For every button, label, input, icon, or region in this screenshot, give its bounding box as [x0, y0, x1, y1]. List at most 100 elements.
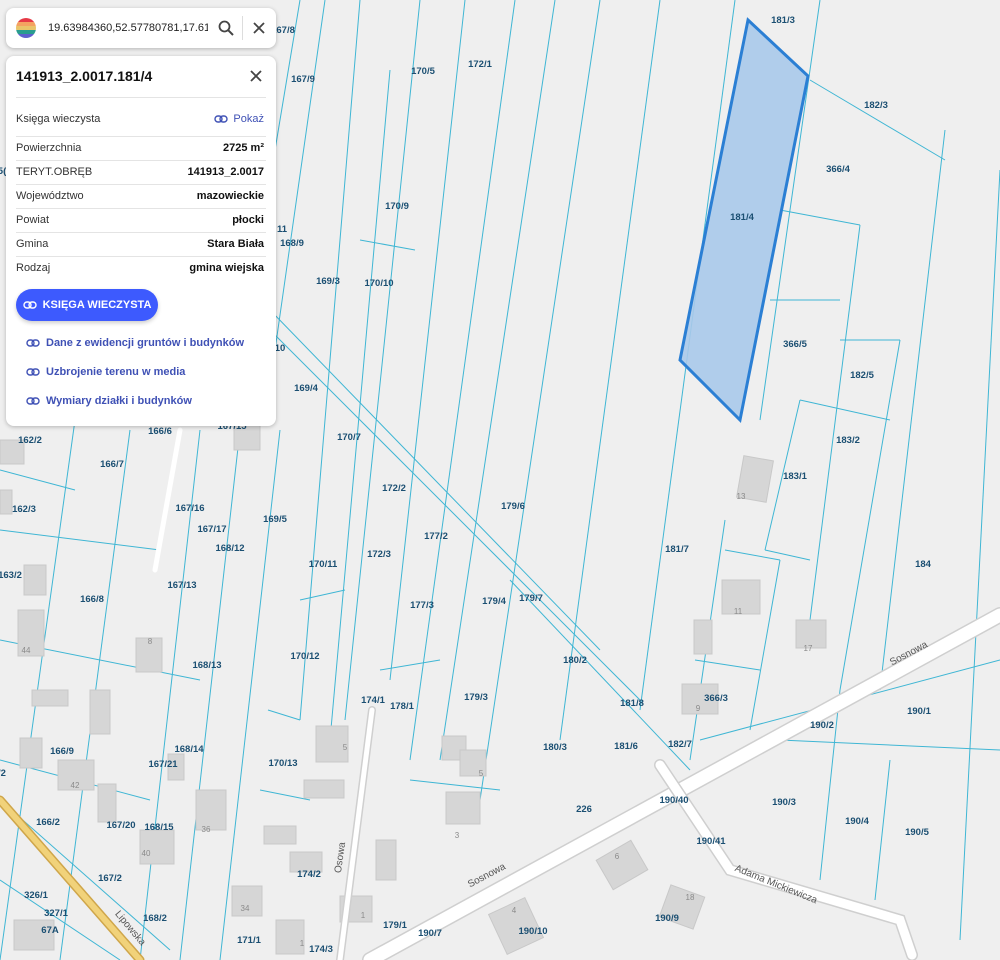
parcel-label: 167/17 — [197, 524, 226, 535]
info-row: Powiat płocki — [16, 209, 264, 231]
ksiega-wieczysta-button-label: KSIĘGA WIECZYSTA — [42, 299, 152, 311]
parcel-label: 168/15 — [144, 822, 174, 833]
parcel-label: 226 — [576, 804, 592, 815]
parcel-label: 168/13 — [192, 660, 221, 671]
parcel-title: 141913_2.0017.181/4 — [16, 68, 153, 84]
parcel-label: 169/3 — [316, 276, 340, 287]
info-label: Rodzaj — [16, 262, 51, 274]
parcel-label: 167/16 — [175, 503, 204, 514]
parcel-label: 174/1 — [361, 695, 385, 706]
parcel-label: 182/5 — [850, 370, 874, 381]
ksiega-show-link[interactable]: Pokaż — [214, 113, 264, 125]
parcel-label: 190/1 — [907, 706, 931, 717]
parcel-label: 182/7 — [668, 739, 692, 750]
parcel-label: 166/2 — [36, 817, 60, 828]
house-number: 8 — [148, 637, 153, 646]
parcel-label: 168/2 — [143, 913, 167, 924]
parcel-label: 179/4 — [482, 596, 506, 607]
info-label: TERYT.OBRĘB — [16, 166, 93, 178]
parcel-label: 181/6 — [614, 741, 638, 752]
parcel-label: 183/2 — [836, 435, 860, 446]
link-uzbrojenie[interactable]: Uzbrojenie terenu w media — [26, 366, 185, 378]
parcel-label: 171/1 — [237, 935, 261, 946]
search-icon — [218, 20, 234, 36]
info-label: Województwo — [16, 190, 84, 202]
parcel-label: 190/9 — [655, 913, 679, 924]
house-number: 17 — [804, 644, 813, 653]
divider — [16, 97, 266, 98]
house-number: 13 — [737, 492, 746, 501]
parcel-label: 174/2 — [297, 869, 321, 880]
close-icon — [250, 70, 262, 82]
search-button[interactable] — [210, 12, 242, 44]
close-icon — [253, 22, 265, 34]
info-value: 141913_2.0017 — [187, 166, 264, 178]
parcel-label: 162/3 — [12, 504, 36, 515]
info-label: Powierzchnia — [16, 142, 82, 154]
link-icon — [22, 301, 37, 309]
info-value: mazowieckie — [196, 190, 264, 202]
link-wymiary[interactable]: Wymiary działki i budynków — [26, 395, 192, 407]
parcel-label: 190/4 — [845, 816, 869, 827]
parcel-label: 183/1 — [783, 471, 807, 482]
parcel-label: 181/4 — [730, 212, 754, 223]
link-label: Uzbrojenie terenu w media — [46, 366, 186, 378]
parcel-label: 190/7 — [418, 928, 442, 939]
parcel-label: /2 — [0, 768, 6, 779]
house-number: 1 — [361, 911, 366, 920]
house-number: 40 — [142, 849, 151, 858]
parcel-label: 170/11 — [309, 559, 338, 570]
search-input[interactable] — [46, 21, 210, 35]
info-value: Stara Biała — [207, 238, 264, 250]
parcel-label: 170/5 — [411, 66, 435, 77]
parcel-label: 190/10 — [518, 926, 547, 937]
parcel-label: 178/1 — [390, 701, 414, 712]
clear-search-button[interactable] — [243, 12, 275, 44]
parcel-label: 11 — [277, 224, 288, 235]
parcel-label: 184 — [915, 559, 932, 570]
parcel-label: 170/12 — [290, 651, 319, 662]
parcel-label: 181/8 — [620, 698, 644, 709]
house-number: 9 — [696, 704, 701, 713]
parcel-label: 366/3 — [704, 693, 728, 704]
info-row: Gmina Stara Biała — [16, 233, 264, 255]
parcel-label: 177/3 — [410, 600, 434, 611]
info-label: Gmina — [16, 238, 49, 250]
parcel-label: 168/9 — [280, 238, 304, 249]
ksiega-row: Księga wieczysta Pokaż — [16, 108, 264, 130]
globe-logo-icon — [16, 18, 36, 38]
info-value: 2725 m² — [223, 142, 264, 154]
parcel-label: 170/9 — [385, 201, 409, 212]
link-ewidencja[interactable]: Dane z ewidencji gruntów i budynków — [26, 337, 244, 349]
link-label: Dane z ewidencji gruntów i budynków — [46, 337, 245, 349]
link-icon — [26, 368, 40, 376]
parcel-label: 181/7 — [665, 544, 689, 555]
house-number: 18 — [686, 893, 695, 902]
parcel-label: 179/1 — [383, 920, 407, 931]
parcel-label: 179/6 — [501, 501, 525, 512]
info-value: gmina wiejska — [189, 262, 264, 274]
parcel-label: 166/9 — [50, 746, 74, 757]
parcel-label: 177/2 — [424, 531, 448, 542]
parcel-label: 180/2 — [563, 655, 587, 666]
parcel-label: 67A — [41, 925, 59, 936]
house-number: 5 — [343, 743, 348, 752]
parcel-label: 168/12 — [215, 543, 244, 554]
info-row: Rodzaj gmina wiejska — [16, 257, 264, 279]
house-number: 1 — [300, 939, 305, 948]
info-row: TERYT.OBRĘB 141913_2.0017 — [16, 161, 264, 183]
parcel-label: 174/3 — [309, 944, 333, 955]
close-panel-button[interactable] — [246, 66, 266, 86]
parcel-label: 169/4 — [294, 383, 318, 394]
house-number: 3 — [455, 831, 460, 840]
parcel-info-panel: 141913_2.0017.181/4 Księga wieczysta Pok… — [6, 56, 276, 426]
link-icon — [26, 339, 40, 347]
parcel-label: 166/7 — [100, 459, 124, 470]
parcel-label: 167/2 — [98, 873, 122, 884]
info-row: Powierzchnia 2725 m² — [16, 137, 264, 159]
parcel-label: 366/4 — [826, 164, 850, 175]
parcel-label: 181/3 — [771, 15, 795, 26]
parcel-label: 170/7 — [337, 432, 361, 443]
parcel-label: 366/5 — [783, 339, 807, 350]
ksiega-wieczysta-button[interactable]: KSIĘGA WIECZYSTA — [16, 289, 158, 321]
